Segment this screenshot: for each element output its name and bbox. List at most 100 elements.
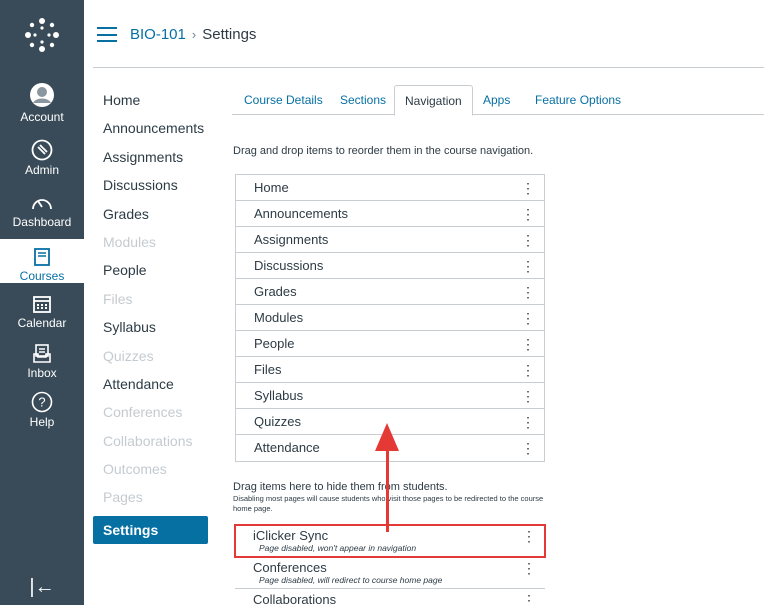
account-icon [29,80,55,108]
tab-feature-options[interactable]: Feature Options [535,85,621,115]
hidden-nav-list: iClicker Sync Page disabled, won't appea… [234,524,546,605]
course-nav-grades[interactable]: Grades [93,200,208,228]
nav-row-label: Grades [254,284,297,299]
gnav-inbox-label: Inbox [27,366,57,380]
kebab-menu-icon[interactable]: ⋮ [521,331,535,357]
page-header: BIO-101 › Settings [93,0,764,68]
nav-row-assignments[interactable]: Assignments ⋮ [236,227,544,253]
breadcrumb-separator: › [191,27,197,42]
hamburger-menu-icon[interactable] [97,27,117,42]
gnav-calendar[interactable]: Calendar [0,286,84,338]
nav-row-announcements[interactable]: Announcements ⋮ [236,201,544,227]
annotation-arrow-shaft [386,448,389,532]
nav-row-discussions[interactable]: Discussions ⋮ [236,253,544,279]
course-nav: Home Announcements Assignments Discussio… [93,86,208,544]
kebab-menu-icon[interactable]: ⋮ [521,305,535,331]
kebab-menu-icon[interactable]: ⋮ [521,227,535,253]
hidden-row-label: iClicker Sync [253,528,329,543]
canvas-logo-icon[interactable] [0,0,84,70]
calendar-icon [32,286,52,314]
tab-course-details[interactable]: Course Details [244,85,323,115]
nav-row-home[interactable]: Home ⋮ [236,175,544,201]
annotation-arrow-head-icon [375,423,399,451]
hidden-row-collaborations[interactable]: Collaborations ⋮ [235,589,545,605]
settings-tabs: Course Details Sections Navigation Apps … [232,85,764,116]
course-nav-quizzes[interactable]: Quizzes [93,342,208,370]
course-nav-conferences[interactable]: Conferences [93,398,208,426]
gnav-help-label: Help [29,415,55,429]
nav-row-grades[interactable]: Grades ⋮ [236,279,544,305]
nav-row-label: Files [254,362,282,377]
course-nav-modules[interactable]: Modules [93,228,208,256]
hidden-row-conferences[interactable]: Conferences Page disabled, will redirect… [235,557,545,589]
nav-row-label: Modules [254,310,304,325]
hidden-row-note: Page disabled, will redirect to course h… [259,575,443,585]
tab-apps[interactable]: Apps [483,85,510,115]
admin-icon [31,133,53,161]
gnav-dashboard-label: Dashboard [12,215,72,229]
gnav-account-label: Account [20,110,64,124]
kebab-menu-icon[interactable]: ⋮ [522,529,536,543]
nav-row-modules[interactable]: Modules ⋮ [236,305,544,331]
gnav-courses[interactable]: Courses [0,239,84,283]
gnav-account[interactable]: Account [0,80,84,132]
nav-row-people[interactable]: People ⋮ [236,331,544,357]
nav-row-label: Discussions [254,258,324,273]
kebab-menu-icon[interactable]: ⋮ [521,435,535,461]
collapse-arrow-icon: |← [29,575,55,598]
navigation-instructions: Drag and drop items to reorder them in t… [233,145,534,157]
hidden-row-label: Collaborations [253,592,337,605]
nav-row-label: Quizzes [254,414,301,429]
kebab-menu-icon[interactable]: ⋮ [521,357,535,383]
course-nav-discussions[interactable]: Discussions [93,171,208,199]
global-nav: Account Admin Dashboard Courses Calendar… [0,0,84,605]
nav-row-files[interactable]: Files ⋮ [236,357,544,383]
gnav-admin[interactable]: Admin [0,133,84,185]
course-nav-pages[interactable]: Pages [93,483,208,511]
gnav-courses-label: Courses [19,269,65,283]
course-nav-people[interactable]: People [93,256,208,284]
course-nav-assignments[interactable]: Assignments [93,143,208,171]
kebab-menu-icon[interactable]: ⋮ [521,253,535,279]
course-nav-attendance[interactable]: Attendance [93,370,208,398]
hidden-items-title: Drag items here to hide them from studen… [233,481,448,493]
nav-row-syllabus[interactable]: Syllabus ⋮ [236,383,544,409]
course-nav-outcomes[interactable]: Outcomes [93,455,208,483]
svg-text:?: ? [38,395,45,410]
collapse-nav-button[interactable]: |← [0,569,84,605]
kebab-menu-icon[interactable]: ⋮ [521,383,535,409]
inbox-icon [32,336,52,364]
hidden-row-iclicker-sync[interactable]: iClicker Sync Page disabled, won't appea… [234,524,546,558]
kebab-menu-icon[interactable]: ⋮ [522,561,536,575]
course-nav-collaborations[interactable]: Collaborations [93,427,208,455]
course-nav-files[interactable]: Files [93,285,208,313]
tab-sections[interactable]: Sections [340,85,386,115]
help-icon: ? [31,385,53,413]
dashboard-icon [30,185,54,213]
gnav-inbox[interactable]: Inbox [0,336,84,388]
nav-row-label: Assignments [254,232,329,247]
kebab-menu-icon[interactable]: ⋮ [522,593,536,605]
nav-row-label: Home [254,180,289,195]
hidden-row-note: Page disabled, won't appear in navigatio… [259,543,417,553]
nav-row-label: Attendance [254,440,320,455]
breadcrumb: BIO-101 › Settings [130,26,256,43]
hidden-row-label: Conferences [253,560,327,575]
nav-row-label: People [254,336,295,351]
gnav-admin-label: Admin [24,163,59,177]
course-nav-syllabus[interactable]: Syllabus [93,313,208,341]
kebab-menu-icon[interactable]: ⋮ [521,279,535,305]
tab-navigation[interactable]: Navigation [394,85,473,116]
gnav-calendar-label: Calendar [17,316,67,330]
course-nav-settings[interactable]: Settings [93,515,208,544]
kebab-menu-icon[interactable]: ⋮ [521,409,535,435]
gnav-dashboard[interactable]: Dashboard [0,185,84,237]
kebab-menu-icon[interactable]: ⋮ [521,175,535,201]
course-nav-announcements[interactable]: Announcements [93,114,208,142]
breadcrumb-course-link[interactable]: BIO-101 [130,26,186,43]
course-nav-home[interactable]: Home [93,86,208,114]
gnav-help[interactable]: ? Help [0,385,84,437]
hidden-items-note: Disabling most pages will cause students… [233,494,544,513]
kebab-menu-icon[interactable]: ⋮ [521,201,535,227]
nav-row-label: Syllabus [254,388,304,403]
